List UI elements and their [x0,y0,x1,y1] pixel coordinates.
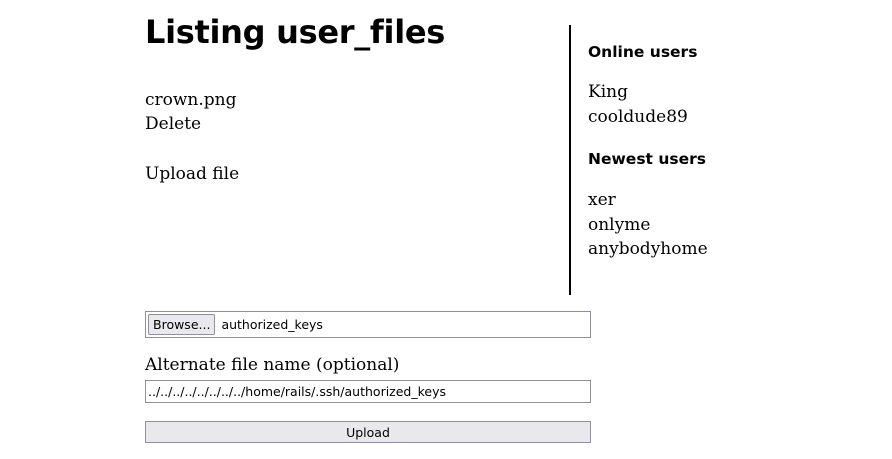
upload-button[interactable]: Upload [145,421,591,443]
page: Listing user_files crown.png Delete Uplo… [0,0,892,459]
newest-users-list: xer onlyme anybodyhome [588,188,708,262]
newest-user-item[interactable]: xer [588,188,708,213]
upload-file-link[interactable]: Upload file [145,162,239,186]
page-title: Listing user_files [145,13,446,51]
delete-link[interactable]: Delete [145,112,237,136]
file-input[interactable]: Browse... authorized_keys [145,311,591,338]
selected-file-name: authorized_keys [221,317,323,332]
online-users-list: King cooldude89 [588,80,688,129]
newest-users-heading: Newest users [588,150,706,168]
online-user-item[interactable]: cooldude89 [588,105,688,130]
newest-user-item[interactable]: anybodyhome [588,237,708,262]
newest-user-item[interactable]: onlyme [588,213,708,238]
sidebar: Online users King cooldude89 Newest user… [569,25,771,295]
online-user-item[interactable]: King [588,80,688,105]
online-users-heading: Online users [588,43,698,61]
file-link[interactable]: crown.png [145,88,237,112]
file-list: crown.png Delete [145,88,237,136]
alternate-file-name-label: Alternate file name (optional) [145,355,400,375]
browse-button[interactable]: Browse... [148,314,216,335]
alternate-file-name-input[interactable] [145,380,591,403]
